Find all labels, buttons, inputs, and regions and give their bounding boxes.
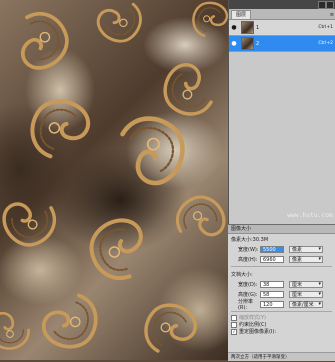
pixel-height-input[interactable]: 6960 bbox=[260, 255, 284, 263]
resolution-input[interactable]: 120 bbox=[260, 300, 284, 308]
panel-empty-area: www.hutu.com bbox=[229, 52, 335, 225]
doc-width-unit-select[interactable]: 厘米 bbox=[289, 280, 323, 288]
checkbox-box bbox=[231, 321, 237, 328]
field-label: 高度(G): bbox=[238, 291, 258, 298]
paisley-motif bbox=[96, 2, 142, 43]
paisley-motif bbox=[30, 99, 91, 159]
panel-menu-icon[interactable]: ≡ bbox=[330, 11, 334, 19]
pixel-width-unit-select[interactable]: 像素 bbox=[289, 245, 323, 253]
layer-shortcut: Ctrl+1 bbox=[318, 25, 333, 30]
layer-thumbnail bbox=[241, 21, 254, 34]
doc-height-input[interactable]: 58 bbox=[260, 290, 284, 298]
close-icon[interactable] bbox=[326, 1, 334, 9]
constrain-proportions-checkbox[interactable]: 约束比例(C) bbox=[228, 321, 335, 328]
checkbox-label: 重定图像像素(I): bbox=[239, 329, 277, 335]
scale-styles-checkbox[interactable]: 缩放样式(Y) bbox=[228, 314, 335, 321]
tab-layers[interactable]: 图层 bbox=[231, 10, 252, 19]
divider bbox=[231, 311, 332, 312]
paisley-motif bbox=[144, 303, 197, 353]
paisley-motif bbox=[163, 63, 213, 116]
checkbox-label: 约束比例(C) bbox=[239, 322, 267, 328]
layer-name: 1 bbox=[256, 24, 260, 31]
paisley-motif bbox=[20, 11, 69, 70]
pixel-size-group-title: 像素大小:30.3M bbox=[231, 237, 269, 243]
watermark-text: www.hutu.com bbox=[287, 212, 333, 219]
divider bbox=[231, 266, 332, 267]
field-label: 宽度(D): bbox=[238, 281, 258, 288]
dialog-title: 图像大小 bbox=[228, 225, 335, 234]
paisley-motif bbox=[192, 1, 228, 37]
paisley-motif bbox=[89, 218, 143, 280]
checkbox-box bbox=[231, 314, 237, 321]
pixel-height-row: 高度(H): 6960 像素 bbox=[228, 254, 335, 264]
doc-size-group-title: 文档大小: bbox=[231, 272, 253, 278]
visibility-eye-icon[interactable]: ● bbox=[229, 40, 239, 47]
checkbox-box: ✓ bbox=[231, 328, 237, 335]
image-size-dialog: 图像大小 像素大小:30.3M 宽度(W): 5500 像素 高度(H): 69… bbox=[228, 224, 335, 361]
panel-tabs: 图层 ≡ bbox=[229, 9, 335, 20]
field-label: 高度(H): bbox=[238, 256, 258, 263]
paisley-motif bbox=[2, 202, 57, 247]
paisley-motif bbox=[120, 116, 185, 186]
document-canvas[interactable] bbox=[0, 0, 228, 360]
checkbox-label: 缩放样式(Y) bbox=[239, 315, 266, 321]
field-label: 宽度(W): bbox=[238, 246, 259, 253]
pixel-width-row: 宽度(W): 5500 像素 bbox=[228, 244, 335, 254]
panel-titlebar bbox=[229, 0, 335, 9]
resolution-row: 分辨率(R): 120 像素/厘米 bbox=[228, 298, 335, 311]
pixel-height-unit-select[interactable]: 像素 bbox=[289, 255, 323, 263]
layer-shortcut: Ctrl+2 bbox=[318, 41, 333, 46]
layer-row-2[interactable]: ● 2 Ctrl+2 bbox=[229, 36, 335, 52]
paisley-motif bbox=[0, 311, 31, 350]
resolution-unit-select[interactable]: 像素/厘米 bbox=[289, 300, 323, 308]
field-label: 分辨率(R): bbox=[238, 298, 254, 311]
resample-image-checkbox[interactable]: ✓ 重定图像像素(I): bbox=[228, 328, 335, 335]
paisley-motif bbox=[175, 195, 226, 237]
paisley-artwork bbox=[0, 1, 228, 353]
paisley-motif bbox=[41, 293, 98, 349]
doc-height-unit-select[interactable]: 厘米 bbox=[289, 290, 323, 298]
doc-width-row: 宽度(D): 38 厘米 bbox=[228, 279, 335, 289]
collapse-icon[interactable] bbox=[318, 1, 326, 9]
layer-thumbnail bbox=[241, 37, 254, 50]
visibility-eye-icon[interactable]: ● bbox=[229, 24, 239, 31]
doc-width-input[interactable]: 38 bbox=[260, 280, 284, 288]
layer-name: 2 bbox=[256, 40, 260, 47]
pixel-width-input[interactable]: 5500 bbox=[260, 245, 284, 253]
layer-row-1[interactable]: ● 1 Ctrl+1 bbox=[229, 20, 335, 36]
